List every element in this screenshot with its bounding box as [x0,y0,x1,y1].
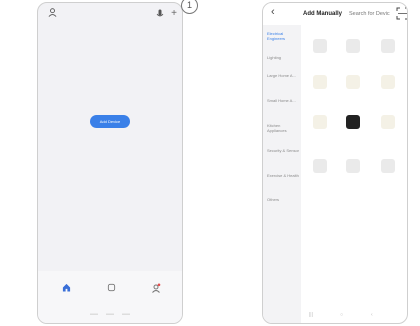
device-tile[interactable] [373,115,403,131]
device-tile[interactable] [338,159,368,175]
nav-back-icon[interactable]: ||| [309,312,313,318]
device-thumbnail [313,39,327,53]
device-thumbnail [346,39,360,53]
microphone-icon[interactable] [156,9,164,19]
tab-smart[interactable] [96,283,126,294]
device-tile[interactable] [305,115,335,131]
device-tile[interactable] [305,39,335,55]
device-thumbnail [313,115,327,129]
chevron-left-icon[interactable]: ‹ [271,6,275,18]
category-security[interactable]: Security & Sensor [267,148,299,153]
device-tile[interactable] [338,39,368,55]
nav-home-icon[interactable]: ○ [340,312,343,318]
device-tile[interactable] [305,159,335,175]
top-bar: + [38,3,182,25]
device-thumbnail [313,75,327,89]
device-thumbnail [381,39,395,53]
bottom-tab-bar [38,271,182,323]
device-tile[interactable] [338,115,368,131]
nav-recent-icon[interactable]: ‹ [371,312,373,318]
device-tile[interactable] [373,39,403,55]
scan-icon[interactable] [396,7,408,20]
smart-scene-icon [107,283,115,292]
category-others[interactable]: Others [267,197,299,202]
category-large-home[interactable]: Large Home A... [267,73,299,78]
system-nav-bar: ||| ○ ‹ [263,307,407,323]
device-tile[interactable] [373,75,403,91]
header: ‹ Add Manually Search for Devic [263,3,407,25]
category-small-home[interactable]: Small Home A... [267,98,299,103]
step-callout: 1 [181,0,198,14]
category-electrical[interactable]: Electrical Engineers [267,31,299,41]
tab-home[interactable] [51,283,81,294]
add-device-button[interactable]: Add Device [89,115,131,128]
empty-state: Add Device [38,101,182,128]
device-thumbnail [346,159,360,173]
device-thumbnail [381,159,395,173]
category-sidebar: Electrical Engineers Lighting Large Home… [263,25,301,323]
add-device-screen: ‹ Add Manually Search for Devic Electric… [262,2,408,324]
home-indicator [90,313,130,315]
category-lighting[interactable]: Lighting [267,55,299,60]
tab-search-devices[interactable]: Search for Devic [349,11,390,17]
device-thumbnail [313,159,327,173]
me-icon [152,283,161,293]
device-tile[interactable] [373,159,403,175]
device-thumbnail [346,75,360,89]
tab-add-manually[interactable]: Add Manually [303,11,342,17]
device-grid [301,25,407,323]
device-thumbnail [381,115,395,129]
add-icon[interactable]: + [171,9,177,19]
device-thumbnail [381,75,395,89]
tab-me[interactable] [141,283,171,295]
device-thumbnail [346,115,360,129]
user-icon[interactable] [48,8,57,17]
home-icon [62,283,70,292]
device-tile[interactable] [305,75,335,91]
category-kitchen[interactable]: Kitchen Appliances [267,123,299,133]
category-exercise[interactable]: Exercise & Health [267,173,299,178]
device-tile[interactable] [338,75,368,91]
home-screen: + Add Device [37,2,183,324]
